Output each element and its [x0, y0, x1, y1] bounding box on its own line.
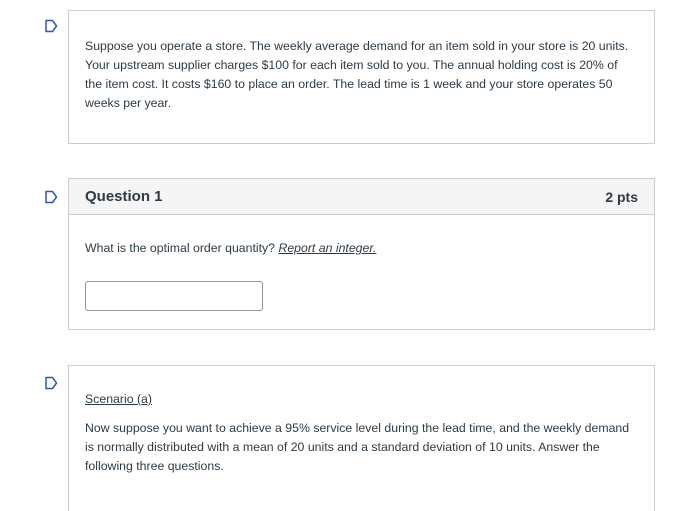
intro-text: Suppose you operate a store. The weekly … [85, 39, 629, 110]
question-card: Question 1 2 pts What is the optimal ord… [68, 178, 655, 330]
flag-question-icon[interactable] [44, 19, 58, 33]
scenario-text: Now suppose you want to achieve a 95% se… [85, 421, 630, 473]
scenario-title: Scenario (a) [85, 392, 152, 406]
scenario-card: Scenario (a) Now suppose you want to ach… [68, 365, 655, 511]
question-title: Question 1 [85, 188, 163, 205]
intro-card: Suppose you operate a store. The weekly … [68, 10, 655, 144]
flag-question-icon[interactable] [44, 376, 58, 390]
flag-question-icon[interactable] [44, 190, 58, 204]
question-body: What is the optimal order quantity? Repo… [69, 215, 654, 311]
answer-input[interactable] [85, 281, 263, 311]
question-header: Question 1 2 pts [69, 179, 654, 215]
question-prompt-text: What is the optimal order quantity? [85, 241, 279, 255]
question-points: 2 pts [605, 188, 638, 205]
question-prompt: What is the optimal order quantity? Repo… [85, 239, 638, 258]
question-prompt-emphasis: Report an integer. [278, 241, 377, 255]
